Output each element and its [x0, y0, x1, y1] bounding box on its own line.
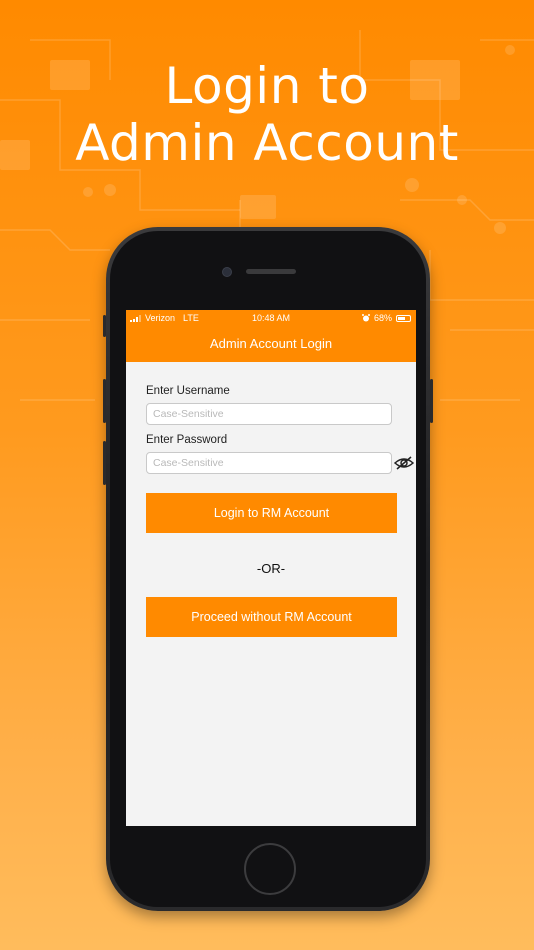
login-button[interactable]: Login to RM Account	[146, 493, 397, 533]
password-label: Enter Password	[146, 434, 228, 446]
promo-headline: Login to Admin Account	[0, 58, 534, 172]
earpiece-speaker	[246, 269, 296, 274]
username-label: Enter Username	[146, 385, 230, 397]
status-right: 68%	[361, 313, 411, 323]
toggle-password-visibility-icon[interactable]	[394, 455, 414, 471]
front-camera	[222, 267, 232, 277]
proceed-without-account-button[interactable]: Proceed without RM Account	[146, 597, 397, 637]
volume-up-button	[103, 379, 106, 423]
headline-line-2: Admin Account	[75, 114, 459, 172]
battery-icon	[396, 314, 411, 322]
headline-line-1: Login to	[164, 57, 370, 115]
phone-bezel: Verizon LTE 10:48 AM 68% Admin Account L…	[110, 231, 426, 907]
nav-bar: Admin Account Login	[126, 327, 416, 362]
power-button	[430, 379, 433, 423]
or-divider: -OR-	[256, 561, 286, 576]
home-button[interactable]	[244, 843, 296, 895]
battery-percent: 68%	[373, 313, 392, 323]
phone-screen: Verizon LTE 10:48 AM 68% Admin Account L…	[126, 310, 416, 826]
password-input[interactable]	[146, 452, 392, 474]
nav-title: Admin Account Login	[209, 336, 333, 351]
alarm-icon	[361, 314, 370, 322]
volume-down-button	[103, 441, 106, 485]
mute-switch	[103, 315, 106, 337]
status-bar: Verizon LTE 10:48 AM 68%	[126, 310, 416, 327]
username-input[interactable]	[146, 403, 392, 425]
phone-frame: Verizon LTE 10:48 AM 68% Admin Account L…	[103, 227, 433, 911]
